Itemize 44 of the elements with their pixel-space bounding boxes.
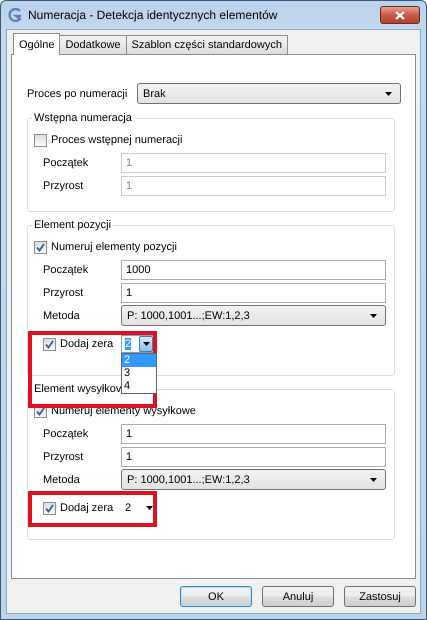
checkbox[interactable] bbox=[43, 502, 56, 514]
process-dropdown[interactable]: Brak bbox=[137, 83, 401, 104]
field-label: Początek bbox=[43, 264, 90, 276]
field-label: Proces po numeracji bbox=[26, 88, 128, 100]
field-label: Metoda bbox=[43, 310, 81, 322]
dialog-button[interactable]: OK bbox=[180, 586, 252, 607]
input-field[interactable]: 1 bbox=[121, 446, 386, 466]
dropdown-arrow-icon bbox=[370, 478, 377, 482]
dropdown-arrow-icon bbox=[385, 92, 392, 96]
field-label: Początek bbox=[43, 428, 90, 440]
close-icon bbox=[395, 10, 405, 20]
checkbox[interactable] bbox=[34, 240, 47, 254]
tab[interactable]: Szablon części standardowych bbox=[126, 35, 288, 54]
checkbox-label[interactable]: Dodaj zera bbox=[60, 338, 117, 350]
dropdown-option[interactable]: 4 bbox=[122, 380, 156, 393]
field-label: Przyrost bbox=[43, 286, 84, 298]
dropdown-option[interactable]: 3 bbox=[122, 367, 156, 380]
dropdown-arrow-icon bbox=[370, 314, 377, 318]
dialog-button[interactable]: Zastosuj bbox=[344, 586, 416, 607]
method-dropdown[interactable]: P: 1000,1001...;EW:1,2,3 bbox=[121, 469, 386, 490]
field-label: Metoda bbox=[43, 474, 81, 486]
checkbox-label[interactable]: Proces wstępnej numeracji bbox=[51, 134, 182, 146]
input-field[interactable]: 1 bbox=[121, 282, 386, 302]
input-field[interactable]: 1 bbox=[121, 424, 386, 444]
tab[interactable]: Ogólne bbox=[13, 33, 60, 55]
checkbox[interactable] bbox=[43, 338, 56, 350]
dialog-button[interactable]: Anuluj bbox=[262, 586, 334, 607]
checkbox-label[interactable]: Dodaj zera bbox=[60, 502, 117, 514]
dropdown-arrow-icon bbox=[142, 342, 150, 346]
group-title: Element wysyłkov bbox=[33, 383, 122, 395]
close-button[interactable] bbox=[380, 6, 420, 24]
field-label: Początek bbox=[43, 156, 90, 168]
method-dropdown[interactable]: P: 1000,1001...;EW:1,2,3 bbox=[121, 305, 386, 326]
field-label: Przyrost bbox=[43, 450, 84, 462]
group-title: Wstępna numeracja bbox=[33, 112, 133, 124]
tab[interactable]: Dodatkowe bbox=[59, 35, 127, 54]
window-title: Numeracja - Detekcja identycznych elementów bbox=[28, 8, 278, 22]
checkbox-label[interactable]: Numeruj elementy pozycji bbox=[51, 241, 177, 253]
app-logo-icon bbox=[7, 8, 23, 22]
field-label: Przyrost bbox=[43, 180, 84, 192]
checkbox[interactable] bbox=[34, 134, 47, 146]
input-field[interactable]: 1000 bbox=[121, 260, 386, 280]
dropdown-arrow-icon bbox=[146, 506, 153, 510]
group-title: Element pozycji bbox=[33, 219, 112, 231]
